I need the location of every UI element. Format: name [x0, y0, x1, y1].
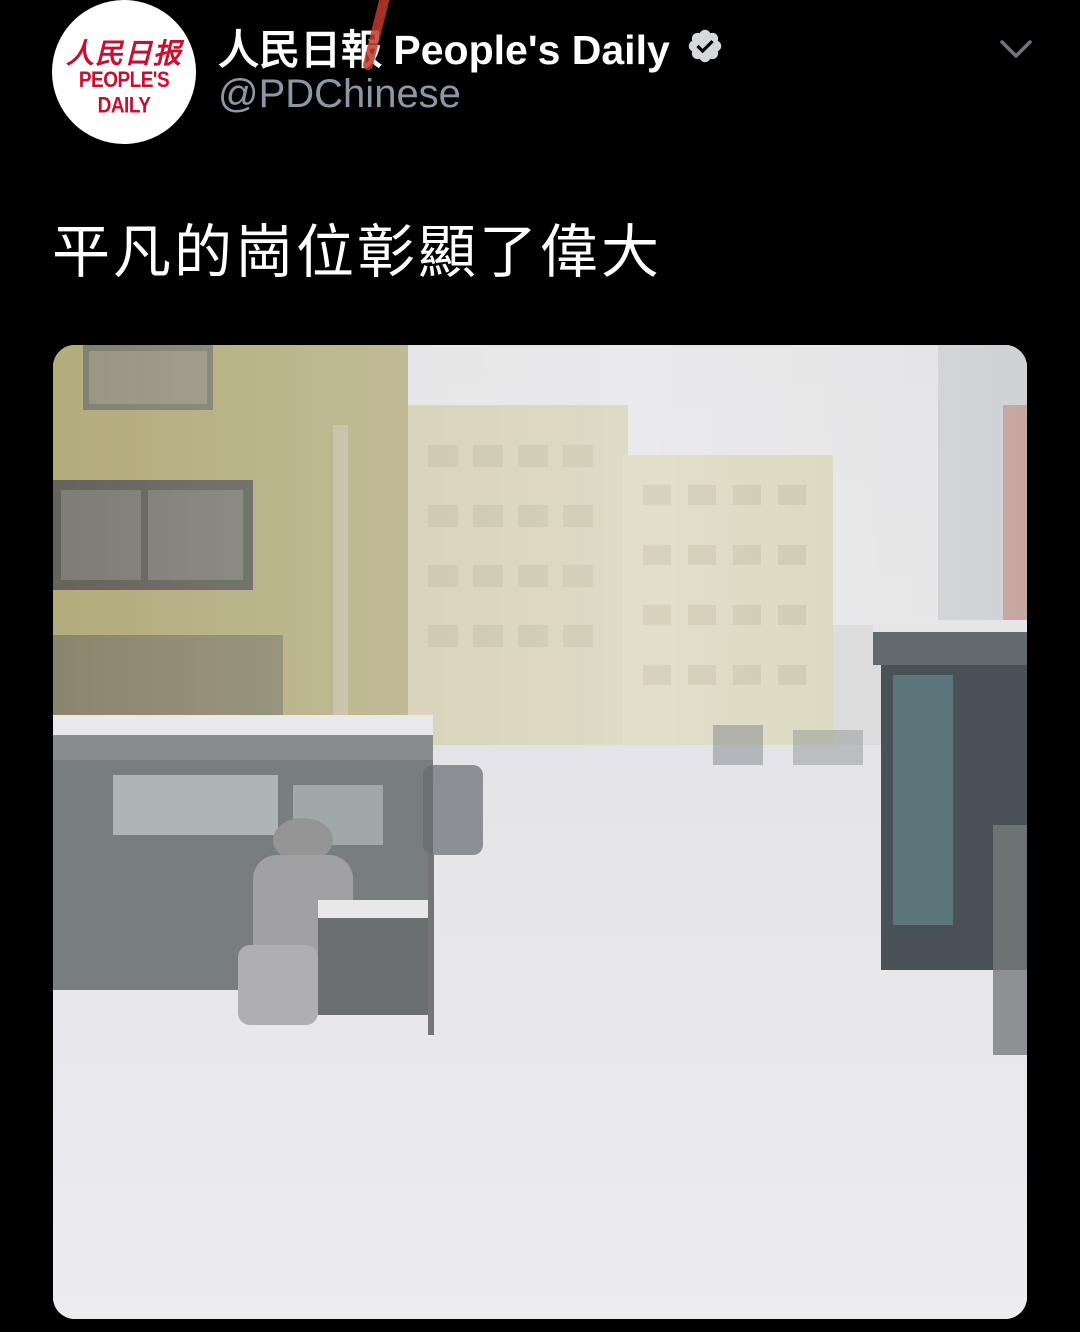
avatar-logo-en: PEOPLE'S DAILY — [78, 68, 170, 119]
account-handle[interactable]: @PDChinese — [218, 72, 461, 117]
avatar-logo-cn: 人民日报 — [65, 37, 182, 70]
chevron-down-icon[interactable] — [994, 30, 1038, 70]
verified-badge-icon — [688, 29, 721, 63]
video-frame-snow-scene — [53, 345, 1027, 1319]
author-name-row[interactable]: 人民日報 People's Daily — [218, 16, 724, 76]
tweet-text: 平凡的崗位彰顯了偉大 — [52, 218, 663, 286]
avatar[interactable]: 人民日报 PEOPLE'S DAILY — [52, 0, 196, 144]
display-name[interactable]: 人民日報 People's Daily — [218, 16, 670, 76]
tweet: 人民日报 PEOPLE'S DAILY 人民日報 People's Daily … — [0, 0, 1080, 1332]
tweet-media-video[interactable] — [53, 345, 1027, 1319]
